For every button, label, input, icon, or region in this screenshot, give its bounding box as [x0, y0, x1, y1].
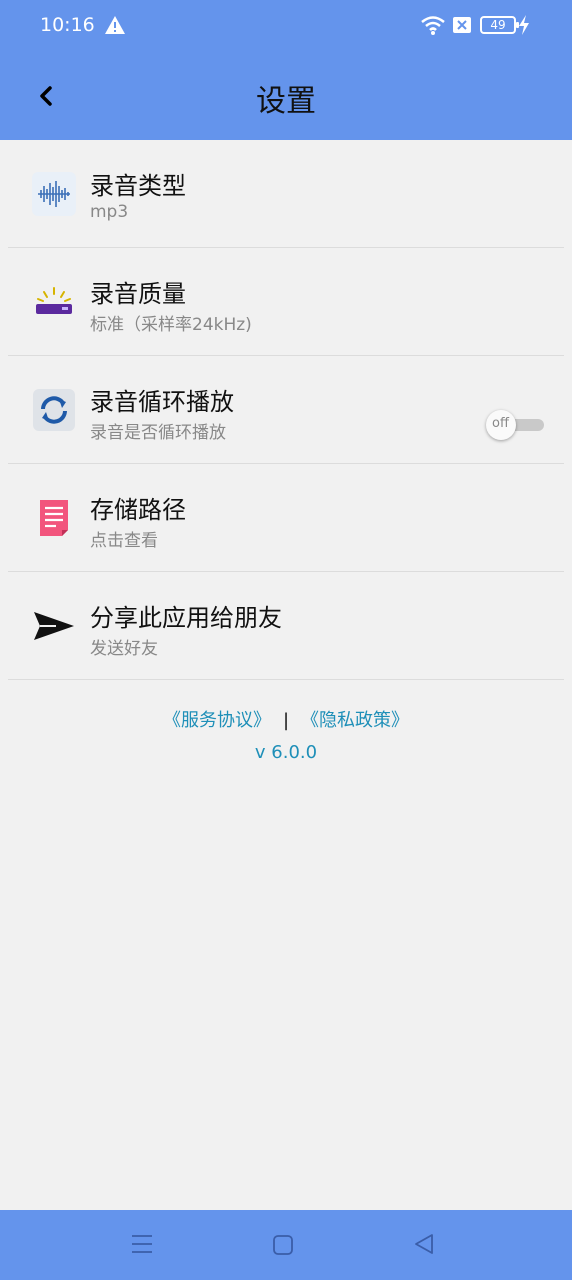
row-title: 录音质量	[90, 280, 186, 308]
row-title: 录音类型	[90, 172, 186, 200]
row-subtitle: mp3	[90, 202, 129, 222]
divider	[8, 679, 564, 680]
row-subtitle: 点击查看	[90, 531, 158, 551]
menu-icon[interactable]	[130, 1232, 154, 1256]
settings-list: 录音类型 mp3 录音质量 标准（采样率24kHz) 录音循环播放 录音是否循环…	[0, 140, 572, 680]
send-icon	[34, 612, 74, 640]
row-subtitle: 录音是否循环播放	[90, 423, 226, 443]
row-title: 录音循环播放	[90, 388, 234, 416]
loop-icon	[33, 389, 75, 431]
waveform-icon	[32, 172, 76, 216]
setting-recording-type[interactable]: 录音类型 mp3	[0, 140, 572, 248]
privacy-policy-link[interactable]: 《隐私政策》	[301, 710, 409, 731]
page-title: 设置	[256, 84, 316, 119]
document-icon	[40, 500, 68, 536]
charging-icon	[519, 15, 529, 35]
battery-icon: 49	[480, 16, 519, 34]
service-agreement-link[interactable]: 《服务协议》	[163, 710, 271, 731]
row-subtitle: 标准（采样率24kHz)	[90, 315, 252, 335]
wifi-icon	[421, 16, 445, 35]
setting-storage-path[interactable]: 存储路径 点击查看	[0, 464, 572, 572]
setting-loop-playback[interactable]: 录音循环播放 录音是否循环播放 off	[0, 356, 572, 464]
footer-links: 《服务协议》 | 《隐私政策》	[0, 706, 572, 732]
toggle-label: off	[492, 416, 509, 431]
system-nav-bar	[0, 1210, 572, 1280]
setting-recording-quality[interactable]: 录音质量 标准（采样率24kHz)	[0, 248, 572, 356]
setting-share-app[interactable]: 分享此应用给朋友 发送好友	[0, 572, 572, 680]
row-title: 存储路径	[90, 496, 186, 524]
app-version: v 6.0.0	[254, 742, 318, 763]
row-subtitle: 发送好友	[90, 639, 158, 659]
footer-separator: |	[282, 710, 290, 731]
alert-icon	[105, 16, 125, 34]
sim-x-icon	[453, 17, 471, 33]
app-bar: 设置	[0, 52, 572, 140]
quality-icon	[36, 287, 72, 314]
status-bar: 10:16 49	[0, 0, 572, 52]
home-icon[interactable]	[272, 1234, 294, 1256]
loop-toggle[interactable]: off	[486, 410, 546, 440]
back-triangle-icon[interactable]	[412, 1232, 436, 1256]
row-title: 分享此应用给朋友	[90, 604, 282, 632]
status-time: 10:16	[40, 14, 95, 36]
